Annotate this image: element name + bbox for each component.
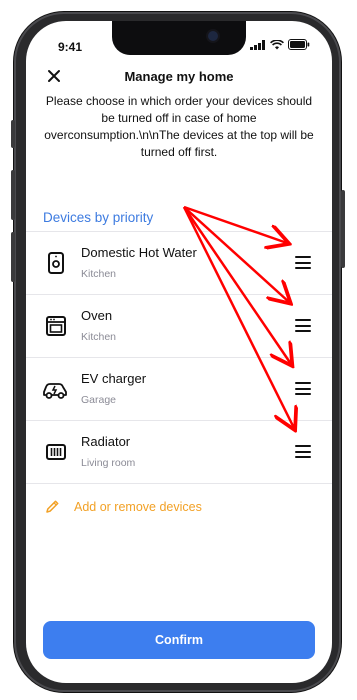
- device-room: Kitchen: [81, 268, 117, 280]
- device-row-ev-charger[interactable]: EV charger Garage: [26, 358, 332, 421]
- device-name: Domestic Hot Water: [81, 245, 197, 260]
- device-row-radiator[interactable]: Radiator Living room: [26, 421, 332, 484]
- wifi-icon: [270, 40, 284, 50]
- status-time: 9:41: [58, 40, 83, 54]
- section-title: Devices by priority: [43, 210, 154, 225]
- water-heater-icon: [48, 252, 64, 274]
- pencil-icon: [46, 500, 59, 513]
- ev-car-icon: [43, 383, 67, 399]
- camera-icon: [208, 31, 218, 41]
- radiator-icon: [46, 444, 66, 460]
- drag-handle-icon[interactable]: [295, 382, 311, 395]
- page-title: Manage my home: [124, 69, 234, 84]
- device-row-domestic-hot-water[interactable]: Domestic Hot Water Kitchen: [26, 232, 332, 295]
- notch: [112, 21, 246, 55]
- drag-handle-icon[interactable]: [295, 445, 311, 458]
- status-icons: [250, 39, 310, 50]
- side-button: [11, 232, 15, 282]
- drag-handle-icon[interactable]: [295, 319, 311, 332]
- device-name: EV charger: [81, 371, 147, 386]
- device-room: Garage: [81, 394, 117, 406]
- side-button: [341, 190, 345, 268]
- device-name: Radiator: [81, 434, 131, 449]
- app-screen: 9:41 Manage my home Please choose in whi…: [26, 21, 332, 683]
- device-row-oven[interactable]: Oven Kitchen: [26, 295, 332, 358]
- instructions-text: Please choose in which order your device…: [44, 94, 314, 159]
- add-remove-devices-label: Add or remove devices: [74, 500, 202, 514]
- add-remove-devices-link[interactable]: Add or remove devices: [44, 499, 202, 515]
- header: Manage my home: [26, 66, 332, 90]
- drag-handle-icon[interactable]: [295, 256, 311, 269]
- device-name: Oven: [81, 308, 113, 323]
- battery-icon: [288, 39, 310, 50]
- device-room: Living room: [81, 457, 136, 469]
- device-list: Domestic Hot Water Kitchen Oven Kitchen: [26, 231, 332, 484]
- device-room: Kitchen: [81, 331, 117, 343]
- side-button: [11, 170, 15, 220]
- signal-icon: [250, 40, 265, 50]
- side-button: [11, 120, 15, 148]
- oven-icon: [46, 316, 66, 336]
- confirm-button[interactable]: Confirm: [43, 621, 315, 659]
